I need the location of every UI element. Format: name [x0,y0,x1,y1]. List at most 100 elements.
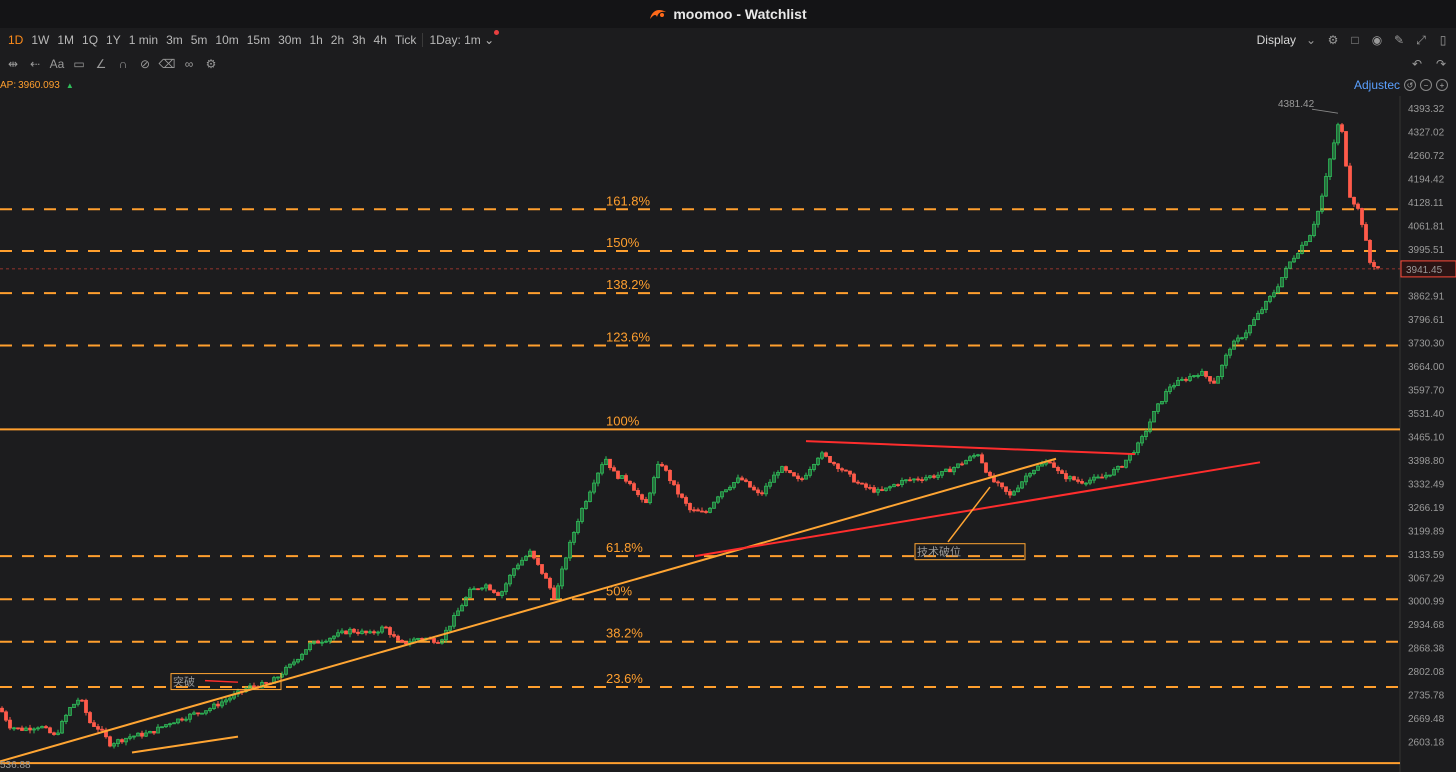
candle-body [432,638,436,643]
camera-icon[interactable]: ◉ [1370,33,1384,47]
y-tick-label: 2669.48 [1408,714,1445,725]
candle-body [372,631,376,634]
candle-body [92,722,96,727]
settings-icon[interactable]: ⚙ [1326,33,1340,47]
y-tick-label: 3597.70 [1408,386,1445,397]
zoom-out-icon[interactable]: − [1420,79,1432,91]
ruler-icon[interactable]: ⇹ [6,57,20,71]
arrow-left-icon[interactable]: ⇠ [28,57,42,71]
timeframe-15m[interactable]: 15m [243,33,274,47]
candle-body [1364,224,1368,241]
candle-body [848,470,852,475]
y-tick-label: 3664.00 [1408,362,1445,373]
candle-body [1060,470,1064,474]
timeframe-1y[interactable]: 1Y [102,33,125,47]
candle-body [8,719,12,729]
timeframe-1w[interactable]: 1W [27,33,53,47]
undo-redo: ↶ ↷ [1410,52,1448,76]
y-tick-label: 3000.99 [1408,597,1445,608]
redo-icon[interactable]: ↷ [1434,57,1448,71]
magnet-icon[interactable]: ∩ [116,57,130,71]
candle-body [916,478,920,481]
candle-body [996,481,1000,484]
candle-body [1376,266,1380,269]
candle-body [108,736,112,747]
pencil-icon[interactable]: ✎ [1392,33,1406,47]
timeframe-4h[interactable]: 4h [370,33,391,47]
candle-body [624,475,628,482]
timeframe-1-min[interactable]: 1 min [125,33,162,47]
timeframe-3m[interactable]: 3m [162,33,187,47]
y-tick-label: 4327.02 [1408,127,1445,138]
text-icon[interactable]: Aa [50,57,65,71]
candle-body [860,482,864,485]
candle-body [684,497,688,504]
indicator-readout: AP: 3960.093 ▲ [0,78,74,92]
timeframe-5m[interactable]: 5m [187,33,212,47]
display-button[interactable]: Display [1257,33,1296,47]
y-tick-label: 2735.78 [1408,691,1445,702]
y-tick-label: 3862.91 [1408,292,1445,303]
link-icon[interactable]: ∞ [182,57,196,71]
candle-body [1208,376,1212,382]
y-tick-label: 3067.29 [1408,573,1445,584]
candle-body [608,458,612,469]
candle-body [1080,481,1084,484]
candle-body [1100,476,1104,479]
line-tool-icon[interactable]: ∠ [94,57,108,71]
timeframe-3h[interactable]: 3h [348,33,369,47]
candle-body [680,493,684,498]
layout-icon[interactable]: □ [1348,33,1362,47]
candle-body [44,726,48,729]
visibility-icon[interactable]: ⊘ [138,57,152,71]
timeframe-30m[interactable]: 30m [274,33,305,47]
toolbar-right: Display ⌄ ⚙ □ ◉ ✎ ⤢ ▯ [1257,28,1450,52]
undo-icon[interactable]: ↶ [1410,57,1424,71]
candle-body [796,475,800,480]
candle-body [1000,482,1004,488]
candle-body [404,641,408,645]
chevron-down-icon[interactable]: ⌄ [1304,33,1318,47]
candle-body [384,626,388,629]
adjust-controls: Adjustec ↺ − + [1354,78,1448,92]
timeframe-1m[interactable]: 1M [53,33,78,47]
candle-body [704,511,708,513]
timeframe-1d[interactable]: 1D [4,33,27,47]
candle-body [100,728,104,731]
y-tick-label: 3465.10 [1408,432,1445,443]
annotation-breakdown: 技术破位 [917,545,961,559]
timeframe-toolbar: 1D 1W 1M 1Q 1Y 1 min 3m 5m 10m 15m 30m 1h 2h 3h 4h Tick… [0,28,1456,52]
fib-level-label: 138.2% [606,277,651,292]
trash-icon[interactable]: ⌫ [159,57,176,71]
annotation-breakout: 突破 [173,675,195,689]
timeframe-1h[interactable]: 1h [305,33,326,47]
candle-body [640,494,644,500]
candle-body [492,589,496,593]
panel-icon[interactable]: ▯ [1436,33,1450,47]
fullscreen-icon[interactable]: ⤢ [1414,33,1428,47]
candle-body [548,577,552,589]
candle-body [1340,124,1344,132]
window-title: moomoo - Watchlist [673,6,807,22]
candle-body [852,473,856,483]
candle-body [196,712,200,715]
timeframe-2h[interactable]: 2h [327,33,348,47]
timeframe-1q[interactable]: 1Q [78,33,102,47]
candle-body [544,573,548,579]
settings-icon[interactable]: ⚙ [204,57,218,71]
comment-icon[interactable]: ▭ [72,57,86,71]
zoom-in-icon[interactable]: + [1436,79,1448,91]
interval-select[interactable]: 1Day: 1m ⌄ [425,30,500,47]
reset-icon[interactable]: ↺ [1404,79,1416,91]
price-chart[interactable]: 4393.32 4327.02 4260.72 4194.42 4128.11 4061.… [0,96,1456,772]
candle-body [1052,462,1056,468]
fib-level-label: 150% [606,235,640,250]
y-tick-label: 3531.40 [1408,409,1445,420]
timeframe-tick[interactable]: Tick [391,33,421,47]
timeframe-10m[interactable]: 10m [211,33,242,47]
adjusted-label[interactable]: Adjustec [1354,78,1400,92]
candle-body [688,503,692,511]
candle-body [352,628,356,633]
candle-body [616,470,620,479]
candle-body [316,640,320,644]
